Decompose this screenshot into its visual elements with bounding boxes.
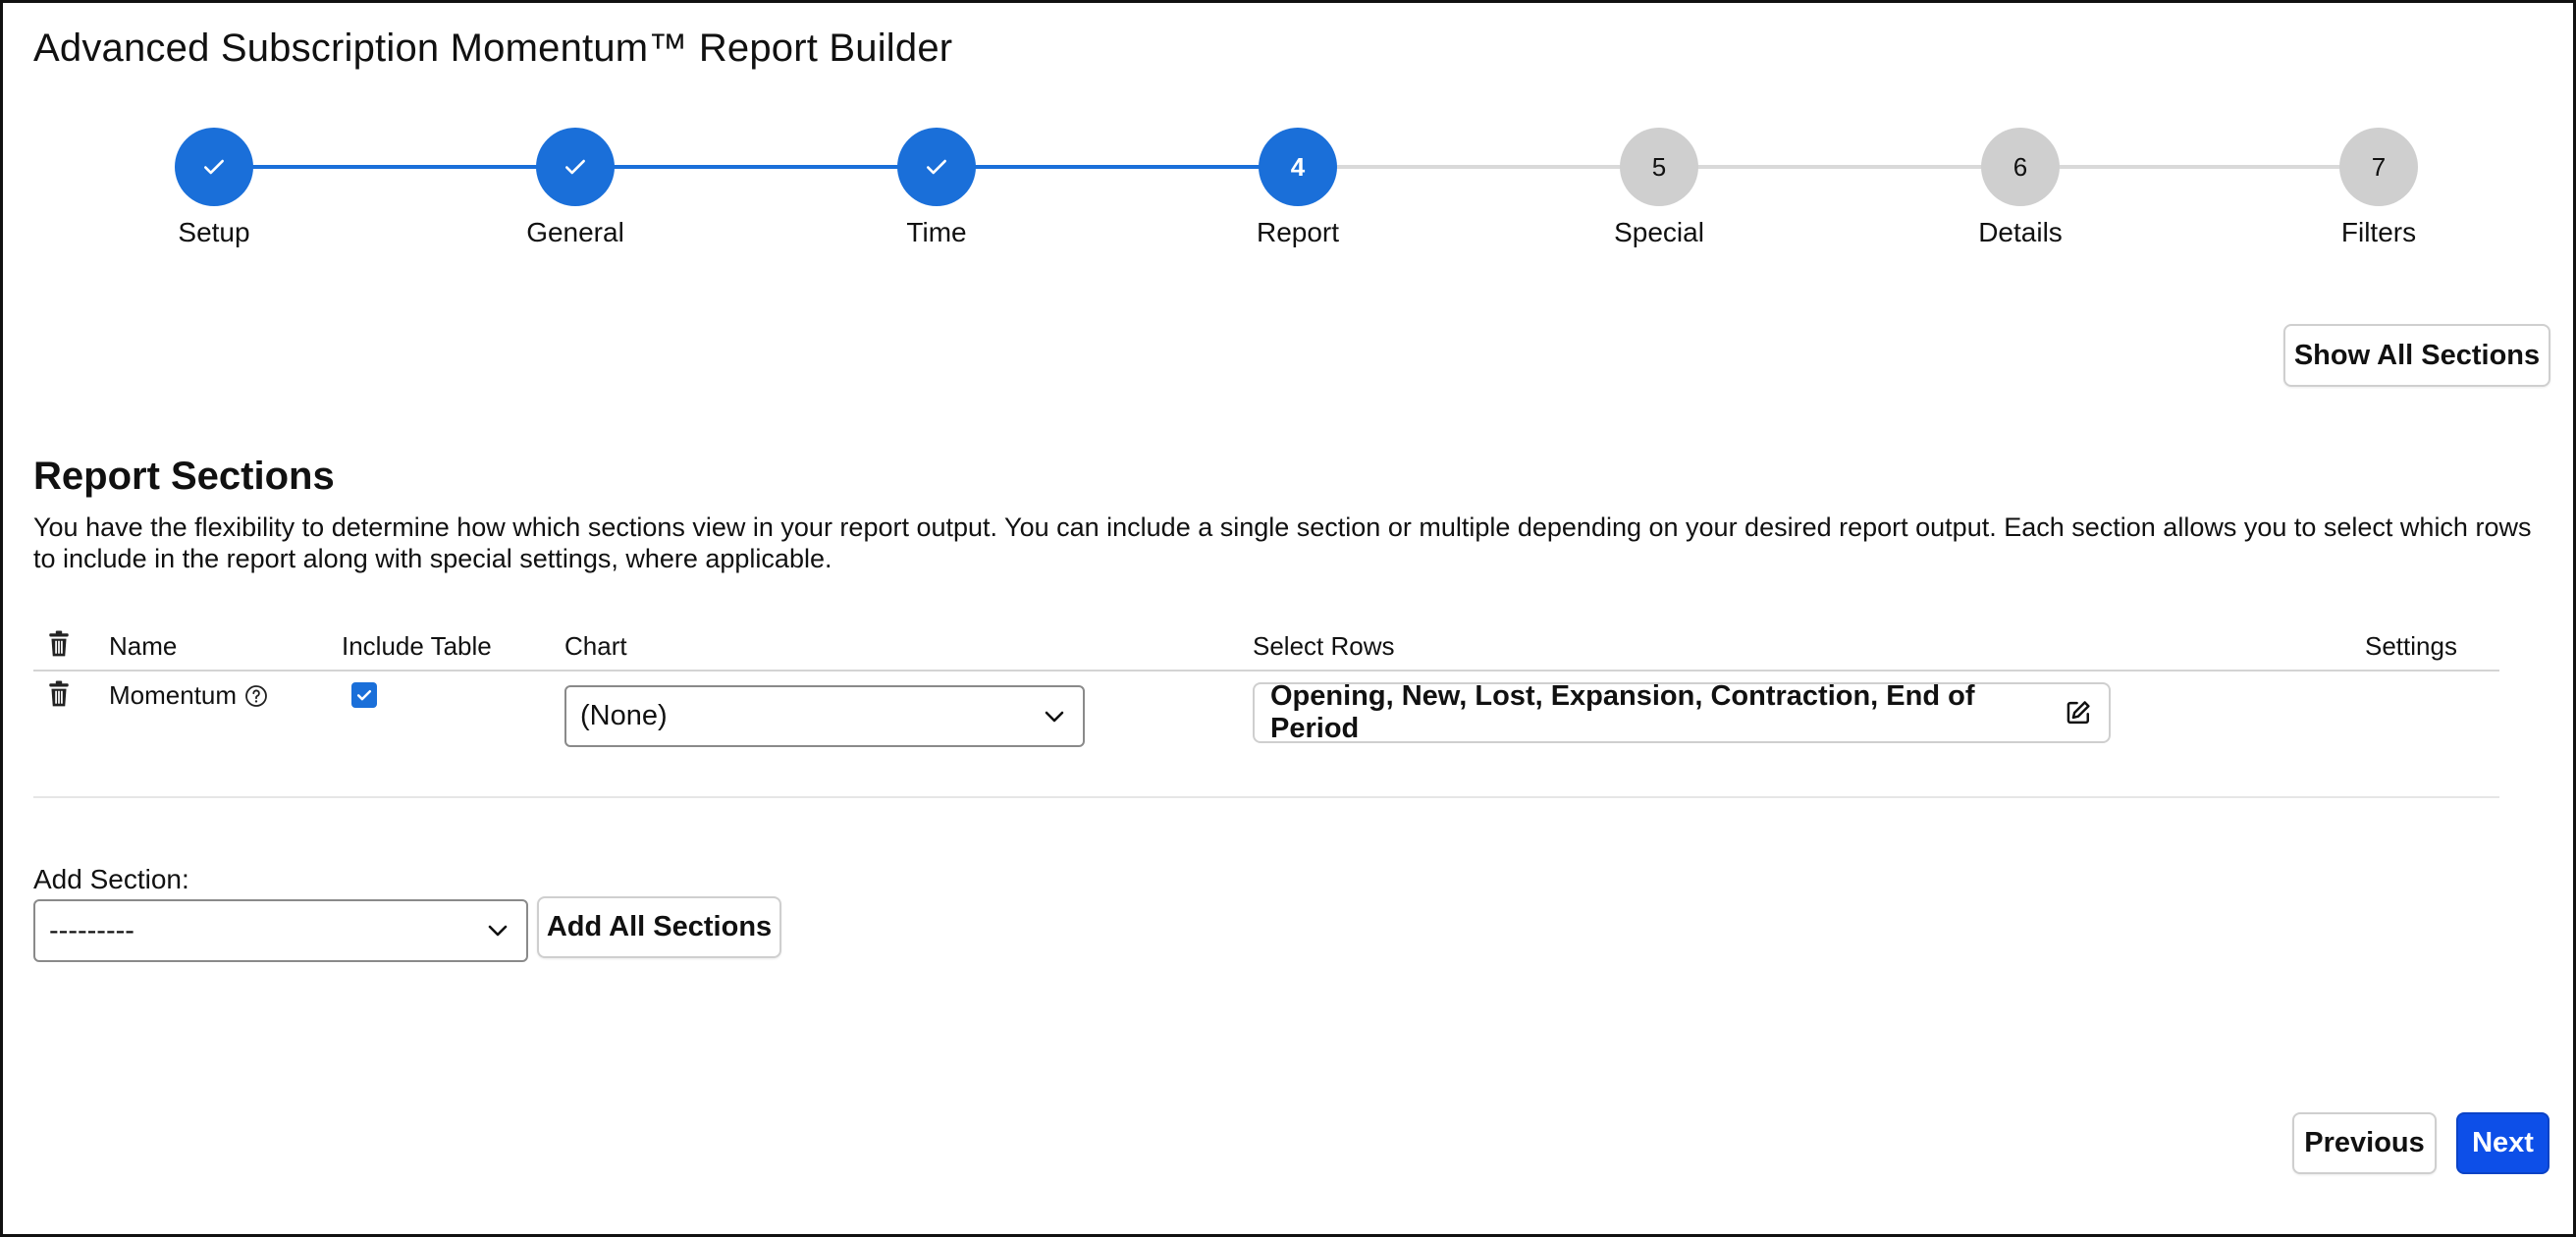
stepper-connector: [936, 165, 1260, 169]
stepper-connector: [1297, 165, 1621, 169]
report-builder-window: Advanced Subscription Momentum™ Report B…: [0, 0, 2576, 1237]
edit-icon[interactable]: [2064, 698, 2093, 727]
chevron-down-icon: [1045, 711, 1064, 722]
step-label-special: Special: [1614, 217, 1704, 247]
select-rows-field[interactable]: Opening, New, Lost, Expansion, Contracti…: [1253, 680, 2111, 744]
page-title: Advanced Subscription Momentum™ Report B…: [33, 27, 953, 70]
column-header-chart: Chart: [564, 631, 627, 661]
check-icon: [356, 690, 372, 701]
step-time[interactable]: [897, 128, 976, 206]
step-details[interactable]: 6: [1981, 128, 2060, 206]
step-label-time: Time: [906, 217, 967, 247]
select-rows-value: Opening, New, Lost, Expansion, Contracti…: [1270, 680, 1975, 744]
column-header-name: Name: [109, 631, 178, 661]
previous-button[interactable]: Previous: [2292, 1112, 2437, 1174]
section-heading: Report Sections: [33, 455, 335, 498]
check-icon: [565, 159, 585, 175]
next-button[interactable]: Next: [2456, 1112, 2549, 1174]
check-icon: [204, 159, 224, 175]
step-label-details: Details: [1978, 217, 2063, 247]
chart-select-value: (None): [580, 700, 668, 731]
add-section-label: Add Section:: [33, 864, 189, 894]
step-number: 4: [1290, 151, 1306, 182]
include-table-checkbox[interactable]: [351, 682, 377, 708]
step-number: 5: [1651, 151, 1667, 182]
stepper-connector: [213, 165, 537, 169]
section-description: You have the flexibility to determine ho…: [33, 512, 2532, 573]
trash-icon[interactable]: [46, 630, 72, 658]
stepper-connector: [2019, 165, 2343, 169]
step-label-report: Report: [1256, 217, 1340, 247]
show-all-sections-button[interactable]: Show All Sections: [2283, 324, 2550, 387]
section-name: Momentum: [109, 680, 238, 710]
step-special[interactable]: 5: [1620, 128, 1698, 206]
add-section-select[interactable]: ---------: [33, 899, 528, 962]
table-header-divider: [33, 670, 2499, 672]
table-row-divider: [33, 796, 2499, 798]
step-number: 6: [2012, 151, 2028, 182]
step-general[interactable]: [536, 128, 615, 206]
column-header-settings: Settings: [2365, 631, 2457, 661]
check-icon: [927, 159, 946, 175]
column-header-include-table: Include Table: [342, 631, 492, 661]
step-number: 7: [2371, 151, 2387, 182]
section-name-cell: Momentum: [109, 680, 268, 711]
help-icon[interactable]: [244, 684, 268, 708]
step-label-filters: Filters: [2340, 217, 2417, 247]
step-filters[interactable]: 7: [2339, 128, 2418, 206]
step-setup[interactable]: [175, 128, 253, 206]
stepper-connector: [574, 165, 898, 169]
step-label-general: General: [526, 217, 624, 247]
column-header-select-rows: Select Rows: [1253, 631, 1395, 661]
trash-icon[interactable]: [46, 680, 72, 708]
stepper-connector: [1658, 165, 1982, 169]
step-report[interactable]: 4: [1259, 128, 1337, 206]
add-all-sections-button[interactable]: Add All Sections: [537, 896, 781, 958]
chevron-down-icon: [488, 925, 508, 937]
chart-select[interactable]: (None): [564, 685, 1085, 747]
step-label-setup: Setup: [178, 217, 250, 247]
add-section-select-value: ---------: [49, 914, 134, 946]
